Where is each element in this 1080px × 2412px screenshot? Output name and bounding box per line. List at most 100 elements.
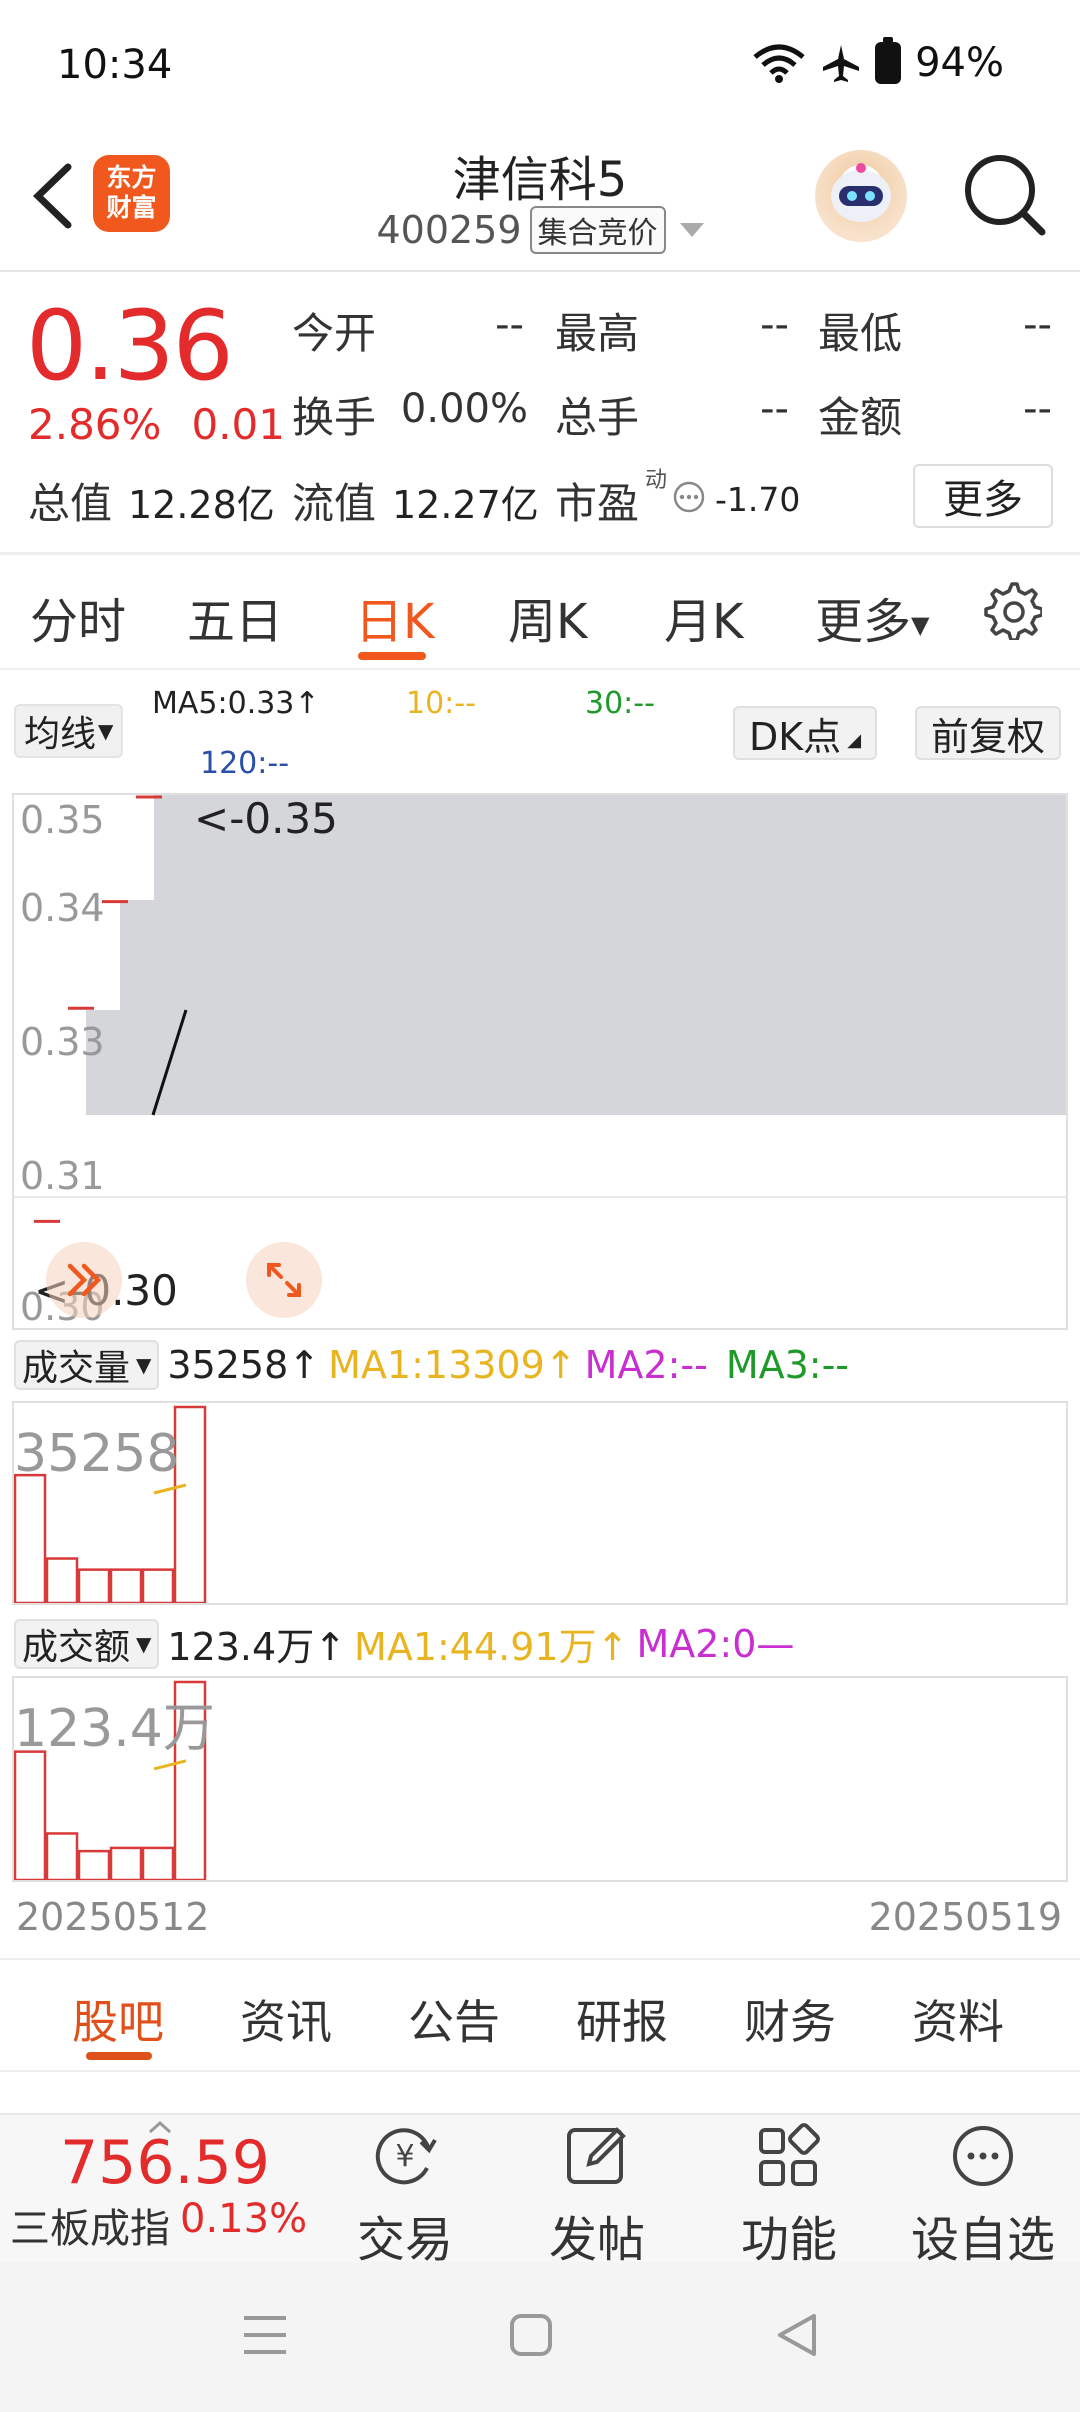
volume-bar <box>141 1846 175 1882</box>
tab-more[interactable]: 更多▼ <box>815 582 929 652</box>
volume-bar <box>141 1568 175 1605</box>
dk-point-button[interactable]: DK点 ◢ <box>733 706 878 760</box>
content-divider <box>0 2070 1080 2072</box>
change-percent: 2.86% <box>28 400 162 449</box>
date-start: 20250512 <box>16 1895 210 1939</box>
amount-select[interactable]: 成交额 ▼ <box>14 1618 160 1669</box>
kline-chart[interactable]: 0.35 0.34 0.33 0.31 0.30 <-0.35 <-0.30 <box>12 793 1068 1330</box>
amount-value: 123.4万↑ <box>167 1625 347 1669</box>
volume-bar <box>13 1473 47 1605</box>
date-end: 20250519 <box>868 1895 1062 1939</box>
index-name: 三板成指 <box>10 2206 170 2252</box>
turnover-value: 0.00% <box>400 386 528 432</box>
volume-bar <box>109 1846 143 1882</box>
volume-chart[interactable]: 35258 <box>12 1401 1068 1605</box>
ma-select[interactable]: 均线 ▼ <box>14 704 124 758</box>
y-tick: 0.33 <box>20 1020 105 1064</box>
tab-weekly-k[interactable]: 周K <box>508 582 587 652</box>
double-chevron-icon <box>67 1263 102 1297</box>
index-value[interactable]: 756.59 <box>60 2128 270 2198</box>
system-nav-bar <box>0 2262 1080 2412</box>
pe-value: -1.70 <box>715 480 801 519</box>
post-label: 发帖 <box>548 2212 645 2268</box>
content-tabs: 股吧 资讯 公告 研报 财务 资料 <box>0 1958 1080 2070</box>
volume-canvas: 35258 <box>13 1405 207 1605</box>
float-cap-label: 流值 <box>292 479 377 528</box>
index-info[interactable]: 三板成指 0.13% <box>10 2196 307 2254</box>
chart-settings-button[interactable] <box>982 580 1044 642</box>
ma-marker <box>153 1759 187 1771</box>
tab-five-day[interactable]: 五日 <box>187 582 283 652</box>
volume-select[interactable]: 成交量 ▼ <box>14 1340 160 1390</box>
back-nav-icon[interactable] <box>774 2310 820 2360</box>
caret-down-icon: ▼ <box>98 719 114 743</box>
tab-daily-k[interactable]: 日K <box>355 582 434 652</box>
trade-label: 交易 <box>356 2212 453 2268</box>
search-icon <box>965 155 1046 236</box>
low-label: 最低 <box>818 309 903 358</box>
total-hands-value: -- <box>760 386 789 432</box>
amount-ma2: MA2:0— <box>636 1621 795 1666</box>
fullscreen-button[interactable] <box>246 1242 322 1318</box>
volume-bar <box>45 1832 79 1882</box>
post-button[interactable]: 发帖 <box>522 2120 672 2270</box>
caret-down-icon: ▼ <box>136 1631 152 1656</box>
kline-canvas: 0.35 0.34 0.33 0.31 0.30 <-0.35 <-0.30 <box>14 794 1066 1329</box>
yen-cycle-icon: ¥ <box>375 2128 437 2185</box>
pe-info-icon[interactable] <box>672 480 706 518</box>
search-button[interactable] <box>960 150 1050 240</box>
stock-code: 400259 <box>376 208 522 252</box>
tab-news[interactable]: 资讯 <box>240 1986 332 2052</box>
tab-research[interactable]: 研报 <box>576 1986 668 2052</box>
tab-monthly-k[interactable]: 月K <box>664 582 743 652</box>
market-cap-label: 总值 <box>28 479 113 528</box>
home-icon[interactable] <box>508 2312 554 2358</box>
more-quote-button[interactable]: 更多 <box>913 464 1053 528</box>
status-icons: 94% <box>751 37 1004 86</box>
volume-bar <box>77 1849 111 1882</box>
ma10-value: 10:-- <box>406 686 476 721</box>
volume-ma1: MA1:13309↑ <box>328 1343 577 1387</box>
grid-icon <box>759 2123 820 2186</box>
tab-financials[interactable]: 财务 <box>744 1986 836 2052</box>
edit-icon <box>567 2127 626 2184</box>
volume-bar <box>77 1568 111 1605</box>
scroll-start-button[interactable] <box>46 1242 122 1318</box>
trade-button[interactable]: ¥ 交易 <box>330 2120 480 2270</box>
stock-code-row[interactable]: 400259 集合竞价 <box>0 206 1080 254</box>
caret-down-icon: ▼ <box>136 1353 152 1377</box>
amount-indicator-row: 成交额 ▼ 123.4万↑ MA1:44.91万↑ MA2:0— <box>14 1616 794 1671</box>
pe-superscript: 动 <box>645 468 668 493</box>
volume-bar <box>109 1568 143 1605</box>
tab-profile[interactable]: 资料 <box>912 1986 1004 2052</box>
tab-forum[interactable]: 股吧 <box>72 1986 164 2052</box>
assistant-avatar[interactable] <box>815 150 907 242</box>
volume-indicator-row: 成交量 ▼ 35258↑ MA1:13309↑ MA2:-- MA3:-- <box>14 1340 849 1390</box>
function-button[interactable]: 功能 <box>714 2120 864 2270</box>
ma30-value: 30:-- <box>585 686 655 721</box>
gear-icon <box>984 582 1044 642</box>
volume-ma2: MA2:-- <box>584 1343 708 1387</box>
watchlist-label: 设自选 <box>910 2212 1055 2268</box>
high-label: 最高 <box>555 309 640 358</box>
caret-down-icon: ▼ <box>911 611 930 639</box>
robot-icon <box>831 163 891 222</box>
function-label: 功能 <box>740 2212 837 2268</box>
y-tick: 0.34 <box>20 886 105 930</box>
menu-icon[interactable] <box>240 2312 290 2358</box>
market-status-badge: 集合竞价 <box>529 206 666 254</box>
open-value: -- <box>495 302 524 348</box>
tabs-divider <box>0 668 1080 670</box>
add-watchlist-button[interactable]: 设自选 <box>908 2120 1058 2270</box>
more-dots-icon <box>953 2126 1013 2186</box>
volume-bar <box>173 1405 207 1605</box>
tab-announcements[interactable]: 公告 <box>408 1986 500 2052</box>
current-price: 0.36 <box>26 290 234 402</box>
volume-bar <box>45 1557 79 1605</box>
index-change: 0.13% <box>180 2196 308 2242</box>
pe-label: 市盈 <box>555 479 640 528</box>
volume-axis-label: 35258 <box>14 1424 179 1484</box>
tab-intraday[interactable]: 分时 <box>30 582 126 652</box>
amount-chart[interactable]: 123.4万 <box>12 1676 1068 1882</box>
adjust-button[interactable]: 前复权 <box>915 706 1062 760</box>
